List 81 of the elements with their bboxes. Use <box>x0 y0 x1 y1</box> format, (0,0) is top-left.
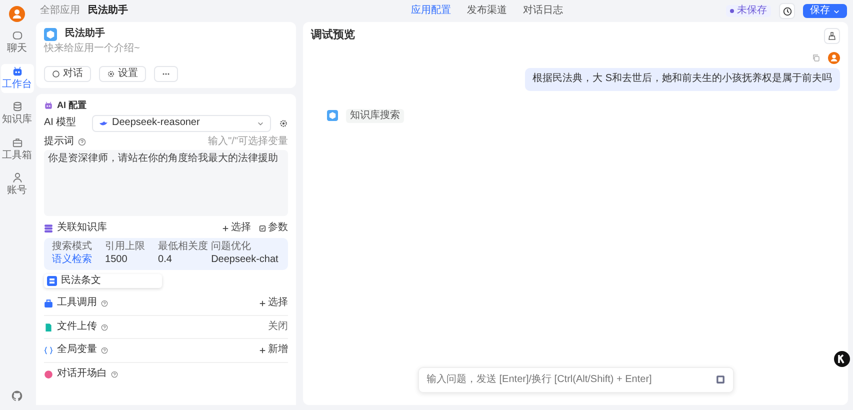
github-icon[interactable] <box>11 390 23 402</box>
help-icon <box>101 300 108 307</box>
app-action-button[interactable]: 设置 <box>99 66 146 82</box>
help-icon <box>78 138 86 146</box>
toolbox-icon <box>12 136 22 148</box>
section-action[interactable]: 选择 <box>259 297 288 310</box>
robot-icon <box>44 101 53 110</box>
model-label: AI 模型 <box>44 117 78 130</box>
stop-icon[interactable] <box>716 375 724 384</box>
assistant-icon[interactable] <box>834 351 850 367</box>
sidebar-item[interactable]: 聊天 <box>0 28 34 58</box>
robot-icon <box>12 66 22 76</box>
table-cell-text: 0.4 <box>158 254 173 267</box>
chat-icon <box>12 30 22 41</box>
breadcrumb-current: 民法助手 <box>88 4 128 18</box>
app-icon <box>44 28 57 41</box>
database-icon <box>12 101 22 112</box>
nav-tab[interactable]: 发布渠道 <box>463 4 511 18</box>
plus-icon <box>222 225 229 232</box>
prompt-hint: 输入"/"可选择变量 <box>208 136 288 148</box>
dataset-icon <box>47 276 57 286</box>
app-name: 民法助手 <box>65 28 105 41</box>
nav-tab[interactable]: 对话日志 <box>519 4 567 18</box>
section-title: 工具调用 <box>57 297 97 310</box>
model-select[interactable]: Deepseek-reasoner <box>92 115 271 132</box>
help-icon <box>101 324 108 330</box>
avatar-icon <box>9 6 25 22</box>
dot-icon <box>730 9 734 13</box>
clock-icon <box>782 6 792 16</box>
history-button[interactable] <box>779 3 795 19</box>
section-title: 对话开场白 <box>57 368 107 380</box>
panel-title: 调试预览 <box>311 29 355 43</box>
section-title: AI 配置 <box>57 100 87 112</box>
sidebar-item[interactable]: 知识库 <box>0 99 34 128</box>
table-cell-text: 语义检索 <box>52 254 93 267</box>
table-cell-text: 1500 <box>105 254 128 267</box>
section-title: 关联知识库 <box>57 222 107 235</box>
help-icon <box>101 347 108 354</box>
status-tag: 知识库搜索 <box>346 108 404 123</box>
broom-icon <box>828 32 836 40</box>
gear-icon[interactable] <box>279 119 288 128</box>
dataset-item[interactable]: 民法条文 <box>44 274 162 288</box>
clear-button[interactable] <box>824 28 840 44</box>
section-action[interactable]: 参数 <box>259 222 288 235</box>
plus-icon <box>259 300 266 307</box>
chevron-icon <box>833 8 840 14</box>
app-icon <box>327 110 338 122</box>
file-icon <box>44 322 53 332</box>
table-header: 引用上限 <box>105 240 146 254</box>
table-header: 最低相关度 <box>158 240 210 254</box>
prompt-label: 提示词 <box>44 136 74 148</box>
section-title: 文件上传 <box>57 320 97 334</box>
sidebar-item[interactable]: 工作台 <box>0 64 34 93</box>
section-action[interactable]: 新增 <box>259 344 288 357</box>
avatar-icon <box>828 52 840 64</box>
table-cell-text: Deepseek-chat <box>211 254 280 267</box>
app-action-button[interactable]: 对话 <box>44 66 91 82</box>
checkbox-icon <box>259 225 266 232</box>
table-header: 问题优化 <box>211 240 252 254</box>
table-header: 搜索模式 <box>52 240 93 254</box>
section-title: 全局变量 <box>57 344 97 357</box>
chat-input[interactable]: 输入问题，发送 [Enter]/换行 [Ctrl(Alt/Shift) + Enter] <box>418 366 734 393</box>
sidebar-item[interactable]: 工具箱 <box>0 134 34 164</box>
help-icon <box>111 370 118 378</box>
save-button[interactable]: 保存 <box>803 4 847 18</box>
toolbox-icon <box>44 299 53 308</box>
nav-tab[interactable]: 应用配置 <box>407 4 455 18</box>
status-text: 关闭 <box>268 320 288 334</box>
stack-icon <box>44 224 53 233</box>
unsaved-badge: 未保存 <box>726 4 771 18</box>
prompt-field[interactable]: 你是资深律师，请站在你的角度给我最大的法律援助 <box>44 150 288 216</box>
braces-icon <box>44 346 53 355</box>
plus-icon <box>259 347 266 354</box>
user-icon <box>12 172 22 183</box>
section-action[interactable]: 选择 <box>222 222 251 235</box>
chevron-icon <box>257 120 264 127</box>
gear-icon <box>107 70 115 78</box>
sidebar-item[interactable]: 账号 <box>0 170 34 200</box>
chat-icon <box>52 70 60 78</box>
message-bubble: 根据民法典，大 S和去世后，她和前夫生的小孩抚养权是属于前夫吗 <box>524 68 840 90</box>
app-intro: 快来给应用一个介绍~ <box>44 43 141 56</box>
